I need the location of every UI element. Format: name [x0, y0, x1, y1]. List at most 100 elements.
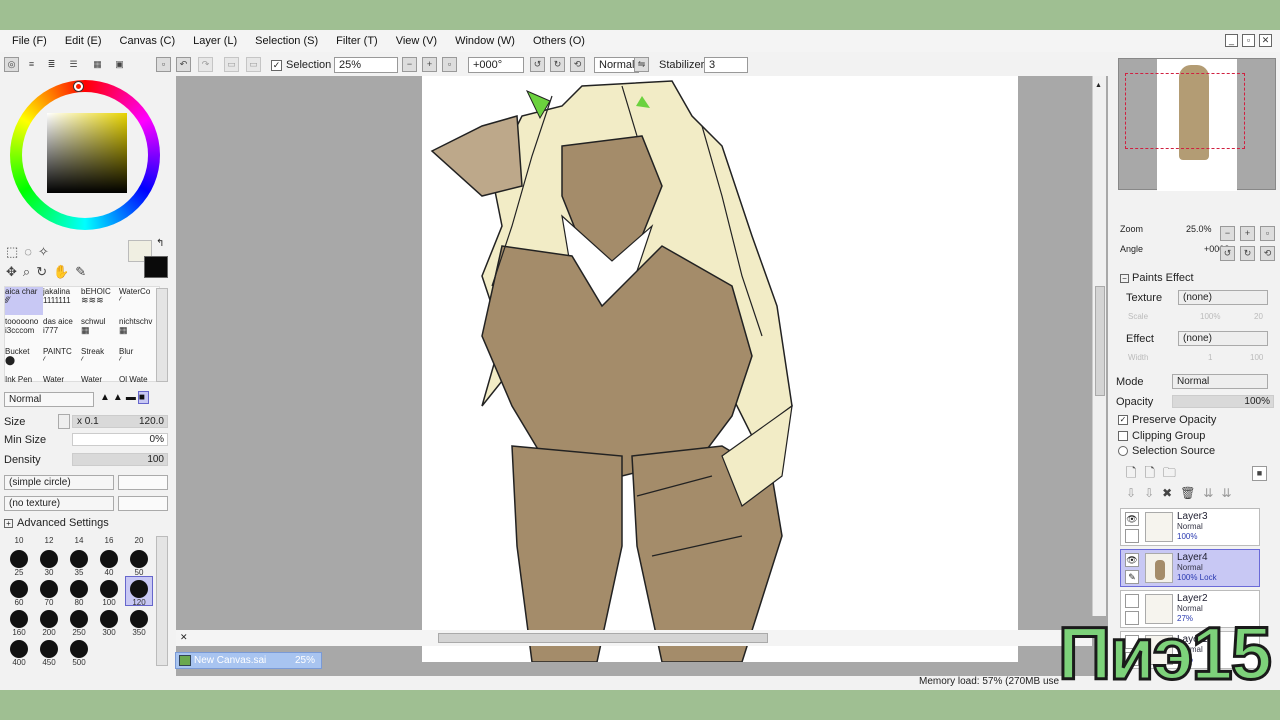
brush-slot[interactable]: PAINTC ⁄ [43, 347, 81, 375]
selection-source-option[interactable]: Selection Source [1118, 445, 1215, 457]
nav-rotate-right-icon[interactable]: ↻ [1240, 246, 1255, 261]
density-slider[interactable]: 100 [72, 453, 168, 466]
transfer-down-icon[interactable]: ⇩ [1126, 486, 1144, 500]
canvas-viewport[interactable] [176, 76, 1108, 676]
vscroll-thumb[interactable] [1095, 286, 1105, 396]
delete-layer-icon[interactable]: 🗑 [1180, 486, 1203, 500]
color-wheel-tab-icon[interactable]: ◎ [4, 57, 19, 72]
size-preset-dot[interactable] [130, 550, 148, 568]
canvas-paper[interactable] [422, 76, 1018, 663]
merge-down-icon[interactable]: ⇩ [1144, 486, 1162, 500]
size-preset-dot[interactable] [10, 640, 28, 658]
layer-panel-menu-icon[interactable]: ■ [1252, 466, 1267, 481]
size-preset-dot[interactable] [130, 580, 148, 598]
zoom-select[interactable]: 25% [334, 57, 398, 73]
menu-filter[interactable]: Filter (T) [336, 35, 378, 47]
effect-select[interactable]: (none) [1178, 331, 1268, 346]
texture-select[interactable]: (none) [1178, 290, 1268, 305]
size-preset-dot[interactable] [100, 610, 118, 628]
visibility-eye-icon[interactable]: 👁 [1125, 553, 1139, 567]
brush-blend-select[interactable]: Normal [4, 392, 94, 407]
primary-color-swatch[interactable] [144, 256, 168, 278]
size-grid-scrollbar[interactable] [156, 536, 168, 666]
rgb-sliders-tab-icon[interactable]: ≣ [44, 57, 59, 72]
layer-lock-toggle[interactable] [1125, 529, 1139, 543]
size-slider[interactable]: x 0.1 120.0 [72, 415, 168, 428]
saturation-value-square[interactable] [47, 113, 127, 193]
eyedropper-icon[interactable]: ✎ [75, 264, 92, 279]
brush-scrollbar[interactable] [156, 288, 168, 382]
navigator-preview[interactable] [1118, 58, 1276, 191]
size-preset-dot[interactable] [10, 550, 28, 568]
hsv-sliders-tab-icon[interactable]: ☰ [66, 57, 81, 72]
brush-slot[interactable]: bEHOIC ≋≋≋ [81, 287, 119, 315]
swatches-tab-icon[interactable]: ▦ [90, 57, 105, 72]
flip-icon[interactable]: ⇋ [634, 57, 649, 72]
clear-layer-icon[interactable]: ✖ [1162, 486, 1180, 500]
close-icon[interactable]: ✕ [1259, 34, 1272, 47]
visibility-eye-icon[interactable]: 👁 [1125, 512, 1139, 526]
menu-layer[interactable]: Layer (L) [193, 35, 237, 47]
layer-item[interactable]: 👁 Layer3 Normal 100% [1120, 508, 1260, 546]
brush-slot[interactable]: Bucket ⬤ [5, 347, 43, 375]
size-preset-dot[interactable] [130, 610, 148, 628]
menu-window[interactable]: Window (W) [455, 35, 515, 47]
menu-file[interactable]: File (F) [12, 35, 47, 47]
visibility-eye-icon[interactable] [1125, 594, 1139, 608]
size-preset-dot[interactable] [100, 580, 118, 598]
brush-slot[interactable]: Water [43, 375, 81, 383]
brush-slot[interactable]: Ink Pen [5, 375, 43, 383]
size-preset-dot[interactable] [10, 580, 28, 598]
brush-slot[interactable]: das aice i777 [43, 317, 81, 345]
swap-colors-icon[interactable]: ↰ [156, 238, 164, 249]
shape-soft-icon[interactable]: ▲ [100, 392, 113, 403]
size-preset-dot[interactable] [100, 550, 118, 568]
undo-icon[interactable]: ↶ [176, 57, 191, 72]
advanced-settings-toggle[interactable]: + Advanced Settings [4, 517, 109, 529]
shape-med-icon[interactable]: ▲ [113, 392, 126, 403]
clipping-option[interactable]: Clipping Group [1118, 430, 1205, 442]
scratchpad-tab-icon[interactable]: ▣ [112, 57, 127, 72]
brush-slot[interactable]: nichtschv ▦ [119, 317, 157, 345]
rect-select-icon[interactable]: ⬚ [6, 244, 24, 259]
invert-selection-icon[interactable]: ▭ [246, 57, 261, 72]
minimize-icon[interactable]: _ [1225, 34, 1238, 47]
merge-visible-icon[interactable]: ⇊ [1203, 486, 1221, 500]
nav-zoom-out-icon[interactable]: − [1220, 226, 1235, 241]
menu-selection[interactable]: Selection (S) [255, 35, 318, 47]
canvas-vertical-scrollbar[interactable]: ▲ [1092, 76, 1106, 616]
size-preset-dot[interactable] [70, 580, 88, 598]
size-preset-dot[interactable] [70, 640, 88, 658]
panel-toggle-icon[interactable]: ▫ [156, 57, 171, 72]
shape-hard-icon[interactable]: ▬ [126, 392, 139, 403]
size-preset-dot[interactable] [10, 610, 28, 628]
nav-zoom-in-icon[interactable]: + [1240, 226, 1255, 241]
hue-handle[interactable] [74, 82, 83, 91]
size-preset-dot[interactable] [40, 550, 58, 568]
selsource-radio[interactable] [1118, 446, 1128, 456]
nav-rotate-reset-icon[interactable]: ⟲ [1260, 246, 1275, 261]
brush-slot[interactable]: aica char ⁄⁄⁄ [5, 287, 43, 315]
rotate-icon[interactable]: ↻ [36, 264, 53, 279]
size-preset-dot[interactable] [40, 610, 58, 628]
brush-slot[interactable]: Streak ⁄ [81, 347, 119, 375]
zoom-out-icon[interactable]: − [402, 57, 417, 72]
brush-slot[interactable]: Water [81, 375, 119, 383]
selection-checkbox[interactable]: ✓ [271, 59, 282, 71]
flatten-icon[interactable]: ⇊ [1221, 486, 1239, 500]
paints-effect-header[interactable]: − Paints Effect [1120, 272, 1194, 284]
brush-texture-select[interactable]: (no texture) [4, 496, 114, 511]
nav-zoom-fit-icon[interactable]: ▫ [1260, 226, 1275, 241]
brush-shape-select[interactable]: (simple circle) [4, 475, 114, 490]
blend-select[interactable]: Normal [594, 57, 640, 73]
zoom-reset-icon[interactable]: ▫ [442, 57, 457, 72]
size-mult-btn[interactable] [58, 414, 70, 429]
move-icon[interactable]: ✥ [6, 264, 23, 279]
hand-icon[interactable]: ✋ [53, 264, 75, 279]
brush-slot[interactable]: tooooono i3cccom [5, 317, 43, 345]
layer-mode-select[interactable]: Normal [1172, 374, 1268, 389]
deselect-icon[interactable]: ▭ [224, 57, 239, 72]
color-sliders-tab-icon[interactable]: ≡ [24, 57, 39, 72]
menu-view[interactable]: View (V) [396, 35, 437, 47]
canvas-horizontal-scrollbar[interactable]: ✕ [176, 630, 1092, 646]
